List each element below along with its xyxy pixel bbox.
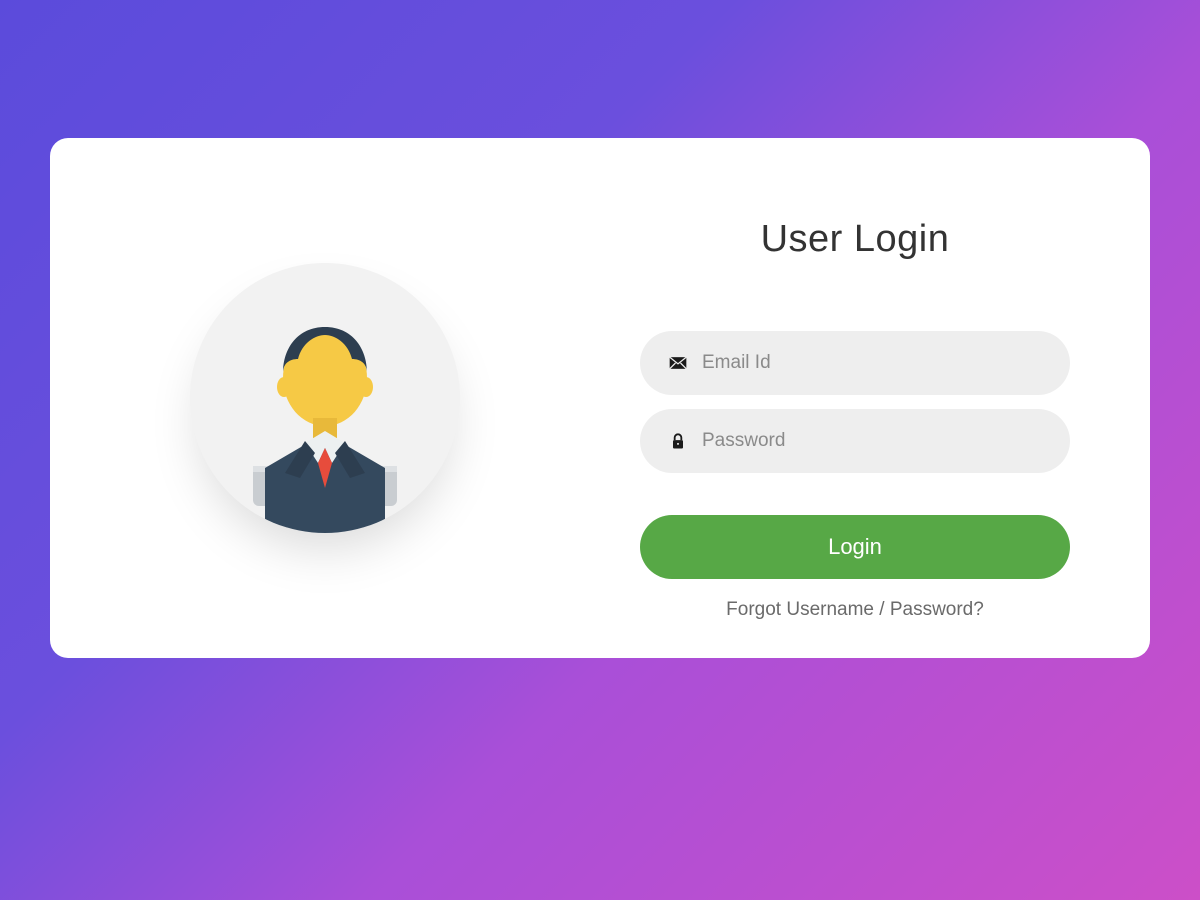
page-title: User Login	[640, 218, 1070, 261]
forgot-link[interactable]: Forgot Username / Password?	[640, 599, 1070, 621]
envelope-icon	[668, 353, 688, 373]
user-avatar-icon: @	[190, 263, 460, 533]
password-field[interactable]	[702, 430, 1042, 452]
lock-icon	[668, 431, 688, 451]
email-field[interactable]	[702, 352, 1042, 374]
form-panel: User Login Login Forgot Username / Passw…	[600, 138, 1150, 658]
avatar-panel: @	[50, 138, 600, 658]
login-card: @ User Login	[50, 138, 1150, 658]
login-button[interactable]: Login	[640, 515, 1070, 579]
password-input-group[interactable]	[640, 409, 1070, 473]
email-input-group[interactable]	[640, 331, 1070, 395]
avatar-circle: @	[190, 263, 460, 533]
